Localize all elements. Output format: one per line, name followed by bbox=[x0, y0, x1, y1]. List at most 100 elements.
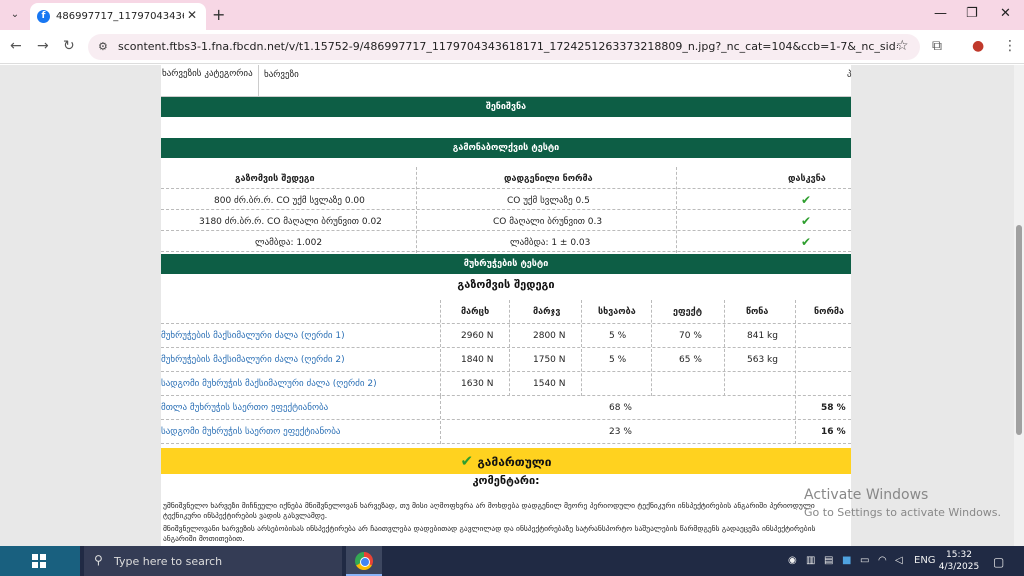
clock-time: 15:32 bbox=[946, 550, 972, 560]
inspection-report: ხარვეზის კატეგორია ხარვეზი პ შენიშვნა გა… bbox=[161, 65, 852, 546]
table-row: 3180 ძრ.ბრ.რ. CO მაღალი ბრუნვით 0.02 CO … bbox=[161, 210, 851, 231]
brakes-column-headers: მარცხ მარჯვ სხვაობა ეფექტ წონა ნორმა bbox=[161, 300, 851, 324]
divider bbox=[676, 167, 677, 253]
total-norm: 16 % bbox=[821, 427, 846, 437]
table-row: სადგომი მუხრუჭის საერთო ეფექტიანობა 23 %… bbox=[161, 420, 851, 444]
comments-title: კომენტარი: bbox=[472, 474, 540, 487]
site-settings-icon[interactable]: ⚙ bbox=[98, 40, 108, 53]
chrome-icon bbox=[355, 552, 373, 570]
discord-icon[interactable]: ◉ bbox=[788, 555, 797, 566]
brake-weight: 841 kg bbox=[747, 331, 778, 341]
browser-tab[interactable]: f 486997717_1179704343618171 ✕ bbox=[30, 3, 206, 30]
check-icon: ✔ bbox=[801, 214, 812, 228]
restore-icon[interactable]: ❐ bbox=[966, 6, 978, 21]
language-indicator[interactable]: ENG bbox=[914, 555, 936, 566]
tab-search-menu-icon[interactable]: ⌄ bbox=[6, 6, 24, 24]
divider bbox=[258, 65, 259, 97]
notifications-icon[interactable]: ▢ bbox=[993, 555, 1004, 569]
taskbar-search[interactable]: ⚲ Type here to search bbox=[84, 546, 342, 576]
app-icon[interactable]: ▤ bbox=[824, 555, 833, 566]
chart-icon[interactable]: ▥ bbox=[806, 555, 815, 566]
page-scrollbar[interactable] bbox=[1014, 65, 1024, 546]
divider bbox=[724, 300, 725, 396]
forward-icon[interactable]: → bbox=[37, 38, 49, 54]
category-label: ხარვეზის კატეგორია bbox=[162, 69, 253, 79]
brake-diff: 5 % bbox=[609, 355, 627, 365]
table-row: მთლა მუხრუჭის საერთო ეფექტიანობა 68 % 58… bbox=[161, 396, 851, 420]
col-norm: ნორმა bbox=[814, 307, 844, 317]
tray-app-icon[interactable]: ■ bbox=[842, 555, 851, 566]
extensions-icon[interactable]: ⧉ bbox=[932, 38, 942, 54]
divider bbox=[795, 300, 796, 444]
result-banner: ✔ გამართული bbox=[161, 448, 851, 474]
search-placeholder: Type here to search bbox=[114, 555, 223, 568]
close-window-icon[interactable]: ✕ bbox=[1000, 6, 1011, 21]
col-eff: ეფექტ bbox=[673, 307, 702, 317]
note-text: მნიშვნელოვანი ხარვეზის არსებობისას ინსპე… bbox=[163, 524, 816, 543]
divider bbox=[440, 300, 441, 396]
brake-left: 1840 N bbox=[461, 355, 494, 365]
page-viewport: ხარვეზის კატეგორია ხარვეზი პ შენიშვნა გა… bbox=[0, 65, 1024, 546]
menu-icon[interactable]: ⋮ bbox=[1003, 38, 1017, 54]
table-row: ლამბდა: 1.002 ლამბდა: 1 ± 0.03 ✔ bbox=[161, 231, 851, 252]
divider bbox=[416, 167, 417, 253]
activate-windows-subtitle: Go to Settings to activate Windows. bbox=[804, 506, 1002, 519]
volume-icon[interactable]: ◁ bbox=[895, 555, 903, 566]
brake-eff: 70 % bbox=[679, 331, 702, 341]
col-left: მარცხ bbox=[461, 307, 490, 317]
brake-name: მუხრუჭების მაქსიმალური ძალა (ღერძი 2) bbox=[161, 355, 345, 365]
brake-name: მუხრუჭების მაქსიმალური ძალა (ღერძი 1) bbox=[161, 331, 345, 341]
emission-norm: CO მაღალი ბრუნვით 0.3 bbox=[493, 217, 603, 227]
battery-icon[interactable]: ▭ bbox=[860, 555, 869, 566]
scrollbar-thumb[interactable] bbox=[1016, 225, 1022, 435]
bookmark-star-icon[interactable]: ☆ bbox=[896, 38, 909, 54]
facebook-icon: f bbox=[37, 10, 50, 23]
brakes-header: მუხრუჭების ტესტი bbox=[161, 254, 851, 274]
windows-icon bbox=[32, 554, 46, 568]
url-text[interactable]: scontent.ftbs3-1.fna.fbcdn.net/v/t1.1575… bbox=[118, 40, 898, 53]
address-bar[interactable]: ⚙ scontent.ftbs3-1.fna.fbcdn.net/v/t1.15… bbox=[88, 34, 920, 60]
brake-weight: 563 kg bbox=[747, 355, 778, 365]
total-name: მთლა მუხრუჭის საერთო ეფექტიანობა bbox=[161, 403, 329, 413]
chrome-taskbar-button[interactable] bbox=[346, 546, 382, 576]
col-diff: სხვაობა bbox=[598, 307, 636, 317]
profile-icon[interactable]: ● bbox=[972, 38, 984, 54]
minimize-icon[interactable]: — bbox=[934, 6, 947, 21]
brakes-subtitle: გაზომვის შედეგი bbox=[457, 278, 555, 291]
wifi-icon[interactable]: ◠ bbox=[878, 555, 887, 566]
reload-icon[interactable]: ↻ bbox=[63, 38, 75, 54]
back-icon[interactable]: ← bbox=[10, 38, 22, 54]
taskbar: ⚲ Type here to search ◉ ▥ ▤ ■ ▭ ◠ ◁ ENG … bbox=[0, 546, 1024, 576]
brake-name: სადგომი მუხრუჭის მაქსიმალური ძალა (ღერძი… bbox=[161, 379, 377, 389]
brake-diff: 5 % bbox=[609, 331, 627, 341]
new-tab-icon[interactable]: + bbox=[212, 5, 225, 24]
browser-toolbar: ← → ↻ ⚙ scontent.ftbs3-1.fna.fbcdn.net/v… bbox=[0, 30, 1024, 64]
emission-result: ლამბდა: 1.002 bbox=[255, 238, 323, 248]
divider bbox=[440, 396, 441, 444]
check-icon: ✔ bbox=[801, 193, 812, 207]
total-norm: 58 % bbox=[821, 403, 846, 413]
clock[interactable]: 15:32 4/3/2025 bbox=[938, 549, 980, 573]
category-table: ხარვეზის კატეგორია ხარვეზი bbox=[161, 65, 851, 97]
brake-right: 2800 N bbox=[533, 331, 566, 341]
brake-right: 1750 N bbox=[533, 355, 566, 365]
brake-eff: 65 % bbox=[679, 355, 702, 365]
close-tab-icon[interactable]: ✕ bbox=[187, 8, 197, 22]
total-value: 68 % bbox=[609, 403, 632, 413]
col-right: მარჯვ bbox=[533, 307, 561, 317]
start-button[interactable] bbox=[0, 546, 80, 576]
brake-left: 1630 N bbox=[461, 379, 494, 389]
table-row: მუხრუჭების მაქსიმალური ძალა (ღერძი 2) 18… bbox=[161, 348, 851, 372]
emission-norm: ლამბდა: 1 ± 0.03 bbox=[510, 238, 591, 248]
total-value: 23 % bbox=[609, 427, 632, 437]
activate-windows-title: Activate Windows bbox=[804, 487, 929, 503]
divider bbox=[509, 300, 510, 396]
brake-left: 2960 N bbox=[461, 331, 494, 341]
divider bbox=[651, 300, 652, 396]
table-row: სადგომი მუხრუჭის მაქსიმალური ძალა (ღერძი… bbox=[161, 372, 851, 396]
check-icon: ✔ bbox=[460, 452, 474, 470]
search-icon: ⚲ bbox=[94, 553, 103, 567]
emission-result: 3180 ძრ.ბრ.რ. CO მაღალი ბრუნვით 0.02 bbox=[199, 217, 382, 227]
tab-bar: ⌄ f 486997717_1179704343618171 ✕ + — ❐ ✕ bbox=[0, 0, 1024, 30]
emission-norm: CO უქმ სვლაზე 0.5 bbox=[507, 196, 590, 206]
